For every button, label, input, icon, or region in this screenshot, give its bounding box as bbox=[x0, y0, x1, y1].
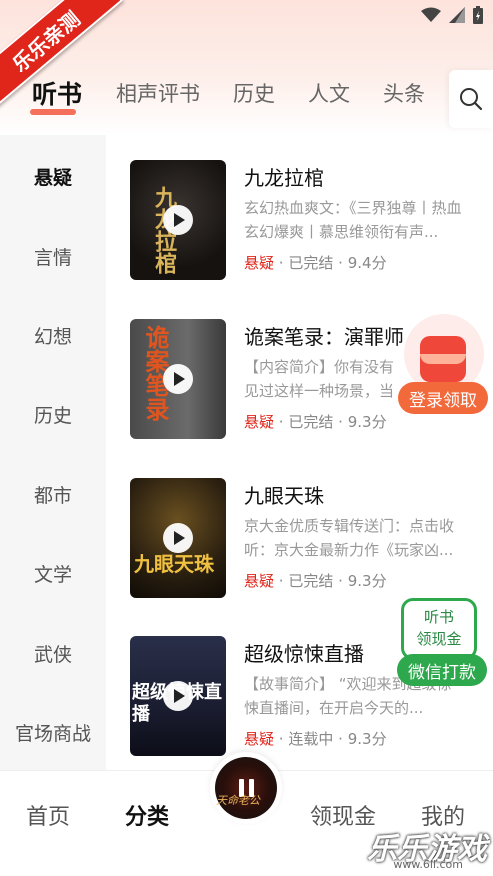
play-icon[interactable] bbox=[163, 681, 193, 711]
book-cover[interactable]: 九龙拉棺 bbox=[130, 160, 226, 280]
tab-headlines[interactable]: 头条 bbox=[383, 78, 425, 108]
book-description: 【内容简介】你有没有见过这样一种场景，当你看见某一张凶案现场的照片... bbox=[244, 358, 395, 400]
book-score: 9.3分 bbox=[347, 413, 387, 431]
sidebar-item-officialdom[interactable]: 官场商战 bbox=[0, 719, 106, 746]
player-cover-text: 天命老公 bbox=[216, 794, 260, 807]
watermark-url: www.6ll.com bbox=[393, 858, 463, 871]
book-score: 9.4分 bbox=[347, 254, 387, 272]
book-status: 已完结 bbox=[288, 572, 334, 590]
sidebar-item-martial-arts[interactable]: 武侠 bbox=[0, 640, 106, 667]
book-description: 京大金优质专辑传送门：点击收听：京大金最新力作《玩家凶... bbox=[244, 517, 455, 559]
category-tabs: 听书 相声评书 历史 人文 头条 bbox=[0, 78, 450, 124]
genre-sidebar: 悬疑 言情 幻想 历史 都市 文学 武侠 官场商战 bbox=[0, 135, 106, 770]
list-item[interactable]: 九龙拉棺 九龙拉棺 玄幻热血爽文：《三界独尊丨热血玄幻爆爽丨慕思维领衔有声...… bbox=[130, 160, 475, 280]
book-title: 超级惊悚直播 bbox=[244, 642, 364, 666]
book-description: 玄幻热血爽文：《三界独尊丨热血玄幻爆爽丨慕思维领衔有声... bbox=[244, 199, 462, 241]
red-envelope-icon bbox=[420, 336, 466, 382]
meta-separator: · bbox=[278, 730, 284, 748]
book-cover[interactable]: 超级惊悚直播 bbox=[130, 636, 226, 756]
sidebar-item-urban[interactable]: 都市 bbox=[0, 481, 106, 508]
book-meta: 悬疑 · 已完结 · 9.3分 bbox=[244, 411, 387, 432]
signal-icon bbox=[449, 7, 465, 23]
book-cover[interactable]: 诡案笔录 bbox=[130, 319, 226, 439]
book-title: 九龙拉棺 bbox=[244, 166, 324, 190]
sidebar-item-romance[interactable]: 言情 bbox=[0, 243, 106, 270]
meta-separator: · bbox=[278, 413, 284, 431]
wechat-cash-widget[interactable]: 听书 领现金 微信打款 bbox=[397, 598, 487, 690]
book-status: 已完结 bbox=[288, 254, 334, 272]
meta-separator: · bbox=[338, 572, 343, 590]
book-meta: 悬疑 · 已完结 · 9.3分 bbox=[244, 570, 387, 591]
book-status: 连载中 bbox=[288, 730, 334, 748]
tab-listen-books[interactable]: 听书 bbox=[32, 75, 82, 111]
meta-separator: · bbox=[338, 413, 343, 431]
book-title: 诡案笔录：演罪师 bbox=[244, 325, 404, 349]
sidebar-item-fantasy[interactable]: 幻想 bbox=[0, 322, 106, 349]
sidebar-item-history[interactable]: 历史 bbox=[0, 401, 106, 428]
book-status: 已完结 bbox=[288, 413, 334, 431]
book-score: 9.3分 bbox=[347, 730, 387, 748]
book-meta: 悬疑 · 已完结 · 9.4分 bbox=[244, 252, 387, 273]
meta-separator: · bbox=[338, 730, 343, 748]
book-category: 悬疑 bbox=[244, 572, 275, 590]
tab-humanities[interactable]: 人文 bbox=[308, 78, 350, 108]
login-reward-button[interactable]: 登录领取 bbox=[398, 382, 488, 414]
nav-home[interactable]: 首页 bbox=[26, 799, 70, 831]
player-disc bbox=[215, 757, 277, 819]
play-icon[interactable] bbox=[163, 523, 193, 553]
tab-history[interactable]: 历史 bbox=[233, 78, 275, 108]
sidebar-item-literature[interactable]: 文学 bbox=[0, 560, 106, 587]
list-item[interactable]: 九眼天珠 九眼天珠 京大金优质专辑传送门：点击收听：京大金最新力作《玩家凶...… bbox=[130, 478, 475, 598]
meta-separator: · bbox=[338, 254, 343, 272]
battery-icon bbox=[473, 6, 483, 24]
wifi-icon bbox=[421, 7, 441, 22]
play-icon[interactable] bbox=[163, 205, 193, 235]
wechat-cash-line2: 领现金 bbox=[416, 630, 462, 648]
status-bar bbox=[421, 6, 483, 24]
nav-category[interactable]: 分类 bbox=[125, 799, 169, 831]
meta-separator: · bbox=[278, 254, 284, 272]
search-icon bbox=[460, 88, 483, 111]
book-score: 9.3分 bbox=[347, 572, 387, 590]
meta-separator: · bbox=[278, 572, 284, 590]
book-category: 悬疑 bbox=[244, 413, 275, 431]
wechat-cash-line1: 听书 bbox=[423, 608, 454, 626]
book-category: 悬疑 bbox=[244, 254, 275, 272]
tab-crosstalk[interactable]: 相声评书 bbox=[116, 78, 200, 108]
sidebar-item-suspense[interactable]: 悬疑 bbox=[0, 163, 106, 190]
wechat-payout-button[interactable]: 微信打款 bbox=[397, 654, 487, 686]
play-icon[interactable] bbox=[163, 364, 193, 394]
mini-player[interactable]: 天命老公 bbox=[210, 752, 282, 824]
wechat-cash-card: 听书 领现金 bbox=[401, 598, 477, 660]
login-reward-widget[interactable]: 登录领取 bbox=[398, 314, 488, 414]
active-tab-indicator bbox=[30, 109, 76, 115]
book-cover[interactable]: 九眼天珠 bbox=[130, 478, 226, 598]
book-title: 九眼天珠 bbox=[244, 484, 324, 508]
book-category: 悬疑 bbox=[244, 730, 275, 748]
search-button[interactable] bbox=[449, 70, 493, 128]
book-meta: 悬疑 · 连载中 · 9.3分 bbox=[244, 728, 387, 749]
